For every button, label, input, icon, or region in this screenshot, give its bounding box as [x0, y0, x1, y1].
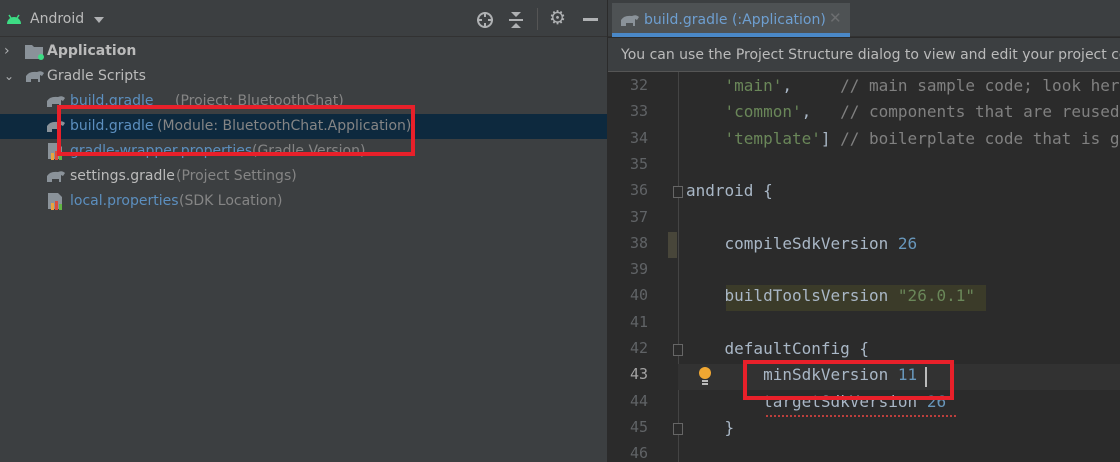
code-token: android {	[686, 181, 773, 201]
code-token: 'main'	[686, 76, 783, 95]
tree-item-application[interactable]: › Application	[0, 39, 607, 64]
code-token: "26.0.1"	[897, 286, 975, 306]
properties-file-icon	[48, 193, 62, 210]
tree-item-gradle-scripts[interactable]: ⌄ Gradle Scripts	[0, 64, 607, 89]
lightbulb-icon[interactable]	[697, 366, 713, 386]
android-icon	[7, 14, 21, 24]
code-line: 'common', // components that are reused …	[686, 102, 1120, 121]
tree-item-local-properties[interactable]: local.properties (SDK Location)	[0, 189, 607, 214]
line-number: 41	[629, 312, 648, 331]
code-token: ,	[801, 102, 812, 122]
gear-icon[interactable]: ⚙	[549, 7, 566, 29]
code-token: // components that are reused by multipl…	[840, 102, 1120, 122]
gradle-elephant-icon	[621, 15, 639, 26]
code-token: defaultConfig {	[686, 339, 870, 358]
error-underline	[766, 415, 956, 417]
line-number: 42	[629, 339, 648, 357]
line-number: 46	[629, 444, 648, 462]
line-number: 44	[629, 391, 648, 410]
tree-item-settings-gradle[interactable]: settings.gradle (Project Settings)	[0, 164, 607, 189]
minimize-icon[interactable]	[583, 18, 598, 21]
line-number: 38	[629, 233, 648, 252]
code-token: }	[686, 417, 735, 437]
code-line: android {	[686, 181, 773, 200]
fold-icon[interactable]	[673, 344, 683, 356]
line-number: 45	[629, 417, 648, 436]
project-panel-header: Android ⚙	[0, 0, 607, 37]
chevron-right-icon[interactable]: ›	[4, 39, 10, 64]
view-selector[interactable]: Android	[30, 11, 84, 27]
code-token: 26	[897, 233, 918, 253]
highlight-box	[57, 105, 415, 156]
highlight-box	[743, 360, 954, 400]
code-token: // main sample code; look here for the i…	[840, 76, 1120, 95]
code-token: compileSdkVersion	[686, 233, 898, 253]
line-number: 33	[629, 102, 648, 121]
module-folder-icon	[25, 45, 44, 60]
active-tab-indicator	[612, 33, 850, 37]
code-token: buildToolsVersion	[686, 286, 898, 306]
line-number: 34	[629, 128, 648, 147]
line-number: 37	[629, 207, 648, 226]
tab-build-gradle[interactable]: build.gradle (:Application) ✕	[612, 3, 850, 37]
code-line: 'template'] // boilerplate code that is …	[686, 129, 1120, 148]
line-number: 43	[629, 365, 648, 384]
chevron-down-icon[interactable]	[94, 17, 104, 23]
collapse-all-icon[interactable]	[508, 11, 524, 29]
close-icon[interactable]: ✕	[829, 9, 842, 27]
line-number: 39	[629, 260, 648, 279]
code-token: ]	[820, 128, 841, 148]
code-token: 'common'	[686, 102, 802, 122]
code-token: 'template'	[686, 128, 821, 148]
code-line: compileSdkVersion 26	[686, 233, 918, 253]
gutter-divider	[678, 72, 679, 462]
gradle-elephant-icon	[47, 171, 65, 182]
line-number: 40	[629, 286, 648, 305]
code-line: }	[686, 417, 735, 437]
fold-icon[interactable]	[673, 186, 683, 199]
divider	[537, 8, 538, 30]
locate-icon[interactable]	[476, 11, 494, 29]
project-structure-banner: You can use the Project Structure dialog…	[608, 38, 1120, 72]
project-panel: Android ⚙ › Application ⌄ Gradle Scripts…	[0, 0, 607, 462]
code-token: // boilerplate code that is generated	[840, 128, 1120, 148]
code-editor[interactable]: 32 'main', // main sample code; look her…	[608, 72, 1120, 462]
change-marker	[668, 232, 677, 258]
code-line: 'main', // main sample code; look here f…	[686, 76, 1120, 95]
line-number: 36	[629, 181, 648, 200]
chevron-down-icon[interactable]: ⌄	[4, 64, 14, 89]
code-line: defaultConfig {	[686, 339, 870, 358]
line-number: 35	[629, 154, 648, 173]
line-number: 32	[629, 76, 648, 94]
code-line: buildToolsVersion "26.0.1"	[686, 286, 975, 305]
gradle-elephant-icon	[26, 71, 44, 82]
code-token: ,	[782, 76, 792, 95]
fold-icon[interactable]	[673, 422, 683, 435]
